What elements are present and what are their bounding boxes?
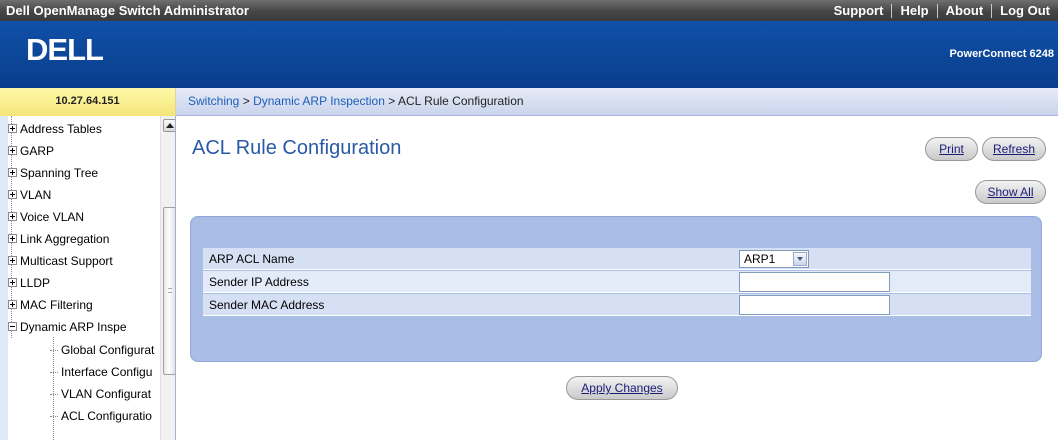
sidebar-item-label: Spanning Tree [20,166,99,180]
expand-icon[interactable] [8,168,17,177]
expand-icon[interactable] [8,146,17,155]
sender-mac-row: Sender MAC Address [203,294,1031,316]
collapse-icon[interactable] [8,322,17,331]
sender-ip-row: Sender IP Address [203,271,1031,293]
sidebar-item-label: Multicast Support [20,254,113,268]
sidebar-item-label: Link Aggregation [20,232,110,246]
sidebar-item-label: LLDP [20,276,51,290]
app-title: Dell OpenManage Switch Administrator [6,3,249,18]
sidebar-item-label: MAC Filtering [20,298,93,312]
breadcrumb-switching[interactable]: Switching [188,94,239,108]
sidebar-item-garp[interactable]: GARP [8,141,54,161]
sidebar-subitem-vlan-configuration[interactable]: VLAN Configurat [61,384,151,404]
scrollbar-thumb[interactable] [163,207,175,375]
tree-connector [53,337,54,440]
breadcrumb-current: ACL Rule Configuration [397,94,524,108]
breadcrumb: Switching > Dynamic ARP Inspection > ACL… [176,88,1058,116]
top-bar: Dell OpenManage Switch Administrator Sup… [0,0,1058,21]
sidebar-item-label: VLAN [20,188,52,202]
expand-icon[interactable] [8,256,17,265]
tree-connector [50,372,58,373]
breadcrumb-dynamic-arp[interactable]: Dynamic ARP Inspection [253,94,385,108]
expand-icon[interactable] [8,212,17,221]
sidebar-item-label: Voice VLAN [20,210,85,224]
sidebar: Address Tables GARP Spanning Tree VLAN V… [0,116,176,440]
dell-logo: DELL [26,33,104,67]
arp-acl-name-select[interactable]: ARP1 [739,250,809,268]
sidebar-item-address-tables[interactable]: Address Tables [8,119,102,139]
sidebar-item-mac-filtering[interactable]: MAC Filtering [8,295,93,315]
sidebar-item-spanning-tree[interactable]: Spanning Tree [8,163,98,183]
acl-rule-form-panel: ARP ACL Name ARP1 Sender IP Address Send… [190,216,1042,362]
sidebar-item-label: Dynamic ARP Inspe [20,320,127,334]
show-all-button[interactable]: Show All [975,180,1046,204]
expand-icon[interactable] [8,190,17,199]
sender-ip-input[interactable] [739,272,890,292]
sidebar-scrollbar[interactable] [160,116,175,440]
arp-acl-name-label: ARP ACL Name [209,252,295,266]
sender-mac-label: Sender MAC Address [209,298,325,312]
sidebar-item-multicast-support[interactable]: Multicast Support [8,251,113,271]
tree-connector [50,416,58,417]
svg-text:DELL: DELL [26,33,103,67]
tree-connector [50,394,58,395]
nav-tree: Address Tables GARP Spanning Tree VLAN V… [8,116,160,440]
switch-ip-address: 10.27.64.151 [0,88,176,116]
about-link[interactable]: About [936,3,992,18]
product-name: PowerConnect 6248 [949,48,1054,60]
sidebar-item-vlan[interactable]: VLAN [8,185,51,205]
tree-connector [50,350,58,351]
expand-icon[interactable] [8,124,17,133]
expand-icon[interactable] [8,234,17,243]
support-link[interactable]: Support [826,3,892,18]
sidebar-item-dynamic-arp-inspection[interactable]: Dynamic ARP Inspe [8,317,127,337]
sidebar-item-label: Address Tables [20,122,102,136]
help-link[interactable]: Help [891,3,936,18]
sidebar-item-lldp[interactable]: LLDP [8,273,50,293]
expand-icon[interactable] [8,278,17,287]
page-title: ACL Rule Configuration [192,137,402,159]
sidebar-subitem-global-configuration[interactable]: Global Configurat [61,340,154,360]
breadcrumb-separator: > [242,94,250,108]
scroll-up-arrow-icon[interactable] [163,119,175,132]
apply-changes-button[interactable]: Apply Changes [566,376,678,400]
sidebar-subitem-acl-configuration[interactable]: ACL Configuratio [61,406,152,426]
refresh-button[interactable]: Refresh [982,137,1046,161]
grip-icon [168,288,172,293]
sidebar-item-voice-vlan[interactable]: Voice VLAN [8,207,84,227]
banner: DELL PowerConnect 6248 [0,21,1058,88]
arp-acl-name-value: ARP1 [744,252,776,266]
sidebar-item-link-aggregation[interactable]: Link Aggregation [8,229,109,249]
chevron-down-icon[interactable] [793,252,807,266]
expand-icon[interactable] [8,300,17,309]
sender-ip-label: Sender IP Address [209,275,309,289]
sidebar-subitem-interface-configuration[interactable]: Interface Configu [61,362,152,382]
print-button[interactable]: Print [925,137,978,161]
sidebar-item-label: GARP [20,144,55,158]
breadcrumb-separator: > [388,94,396,108]
log-out-link[interactable]: Log Out [991,3,1058,18]
arp-acl-name-row: ARP ACL Name ARP1 [203,248,1031,270]
sender-mac-input[interactable] [739,295,890,315]
